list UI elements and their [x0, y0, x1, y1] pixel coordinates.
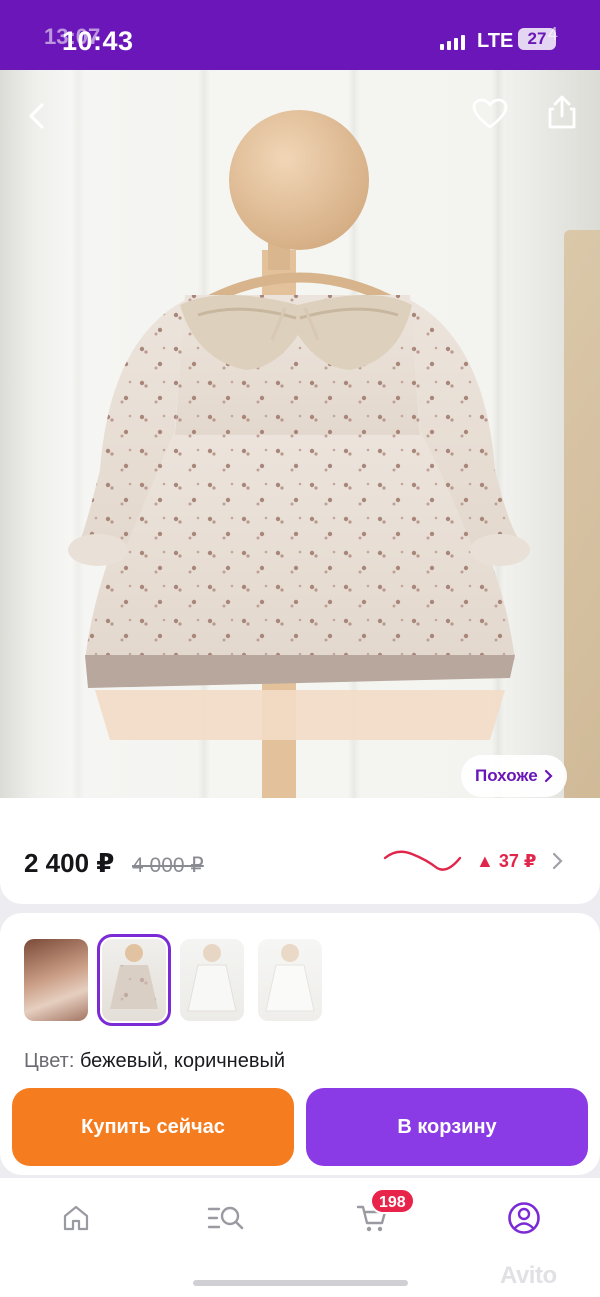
cart-badge: 198	[370, 1188, 415, 1214]
battery-ghost-label: 4	[548, 24, 559, 44]
color-row: Цвет: бежевый, коричневый	[24, 1050, 285, 1073]
add-to-cart-button[interactable]: В корзину	[306, 1088, 588, 1166]
price-current: 2 400 ₽	[24, 848, 115, 878]
profile-icon[interactable]	[502, 1196, 546, 1240]
price-change[interactable]: ▲ 37 ₽	[476, 851, 536, 872]
home-indicator	[193, 1280, 408, 1286]
variant-thumbnail-selected[interactable]	[97, 934, 171, 1026]
status-time: 10:43	[62, 26, 134, 56]
variant-thumbnail[interactable]	[180, 939, 244, 1021]
chevron-right-icon	[544, 769, 553, 783]
variant-thumbnail[interactable]	[258, 939, 322, 1021]
dress-illustration	[68, 110, 530, 798]
similar-label: Похоже	[475, 766, 538, 785]
product-photo[interactable]: Похоже	[0, 70, 600, 798]
catalog-search-icon[interactable]	[204, 1196, 248, 1240]
price-old: 4 000 ₽	[132, 854, 204, 877]
status-bar: 13:07 10:43 LTE 27 4	[0, 0, 600, 70]
variant-thumbnails	[24, 934, 322, 1026]
network-label: LTE	[477, 30, 514, 52]
color-label: Цвет:	[24, 1050, 75, 1072]
signal-icon	[440, 34, 466, 50]
buy-now-button[interactable]: Купить сейчас	[12, 1088, 294, 1166]
chevron-right-icon[interactable]	[550, 850, 566, 872]
price-card: 2 400 ₽ 4 000 ₽ ▲ 37 ₽	[0, 798, 600, 904]
variant-thumbnail[interactable]	[24, 939, 88, 1021]
variant-card: Цвет: бежевый, коричневый Купить сейчас …	[0, 913, 600, 1175]
home-icon[interactable]	[54, 1196, 98, 1240]
price-trend-icon[interactable]	[382, 846, 464, 876]
share-icon[interactable]	[540, 90, 584, 134]
bottom-tab-bar: 198 Avito	[0, 1178, 600, 1297]
color-value: бежевый, коричневый	[79, 1050, 286, 1072]
back-icon[interactable]	[16, 94, 60, 138]
heart-icon[interactable]	[468, 92, 512, 136]
avito-watermark: Avito	[500, 1262, 557, 1289]
similar-items-button[interactable]: Похоже	[461, 755, 567, 797]
